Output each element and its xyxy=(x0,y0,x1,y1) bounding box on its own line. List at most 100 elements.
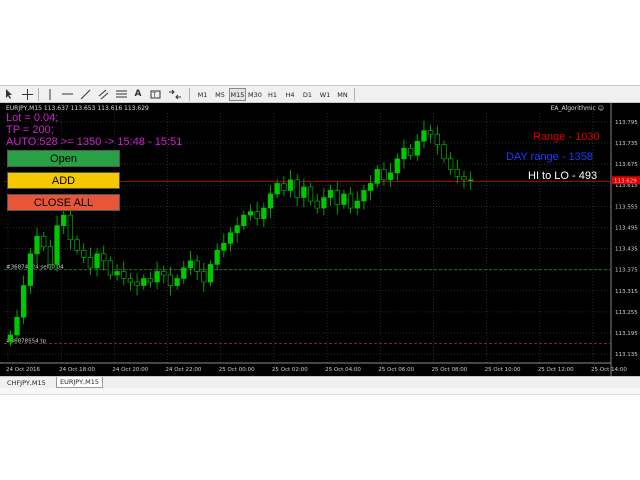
range-label: Range - 1030 xyxy=(533,131,600,143)
bull-candle xyxy=(174,278,180,286)
bear-candle xyxy=(334,190,340,205)
bear-candle xyxy=(201,271,207,283)
y-tick-label: 113.315 xyxy=(615,289,638,295)
bear-candle xyxy=(294,179,300,198)
horizontal-line-icon[interactable] xyxy=(60,87,74,101)
bull-candle xyxy=(227,232,234,244)
timeframe-m15[interactable]: M15 xyxy=(229,88,246,101)
bull-candle xyxy=(181,267,187,279)
text-icon[interactable]: A xyxy=(132,87,144,101)
channel-icon[interactable] xyxy=(96,87,110,101)
bull-candle xyxy=(301,186,307,198)
bear-candle xyxy=(41,235,47,248)
bear-candle xyxy=(281,183,287,191)
bull-candle xyxy=(154,271,160,283)
x-tick-label: 25 Oct 04:00 xyxy=(325,367,361,373)
bear-candle xyxy=(454,169,460,177)
timeframe-w1[interactable]: W1 xyxy=(317,88,334,101)
bull-candle xyxy=(401,147,407,160)
bear-candle xyxy=(47,246,54,265)
open-button[interactable]: Open xyxy=(7,150,120,167)
x-tick-label: 25 Oct 14:00 xyxy=(591,367,627,373)
bear-candle xyxy=(161,271,167,276)
x-tick-label: 24 Oct 18:00 xyxy=(59,367,95,373)
cursor-icon[interactable] xyxy=(3,87,15,101)
bear-candle xyxy=(74,239,80,251)
bull-candle xyxy=(234,225,240,234)
timeframe-h4[interactable]: H4 xyxy=(282,88,299,101)
bull-candle xyxy=(54,225,60,265)
timeframe-d1[interactable]: D1 xyxy=(299,88,316,101)
timeframe-m30[interactable]: M30 xyxy=(247,88,264,101)
bull-candle xyxy=(341,193,347,205)
add-button[interactable]: ADD xyxy=(7,172,120,189)
bull-candle xyxy=(61,214,67,226)
label-icon[interactable]: T xyxy=(148,87,162,101)
price-chart[interactable]: 113.795 113.735 113.675 113.615 113.555 113.4… xyxy=(0,103,640,376)
bull-candle xyxy=(354,200,360,209)
timeframe-mn[interactable]: MN xyxy=(334,88,351,101)
bear-candle xyxy=(347,193,354,209)
lot-info: Lot = 0.04; xyxy=(6,112,59,124)
bear-candle xyxy=(254,211,260,219)
day-range-label: DAY range - 1358 xyxy=(506,151,594,163)
x-tick-label: 25 Oct 02:00 xyxy=(272,367,308,373)
bull-candle xyxy=(414,140,420,156)
bear-candle xyxy=(81,250,87,258)
close-all-button[interactable]: CLOSE ALL xyxy=(7,194,120,211)
bull-candle xyxy=(7,334,13,343)
timeframe-h1[interactable]: H1 xyxy=(264,88,281,101)
bull-candle xyxy=(221,242,227,251)
bear-candle xyxy=(134,281,140,286)
arrows-icon[interactable] xyxy=(166,87,184,101)
bear-candle xyxy=(461,176,467,181)
expert-advisor-label: EA_Algorithmic ☺ xyxy=(550,105,604,112)
bear-candle xyxy=(121,271,127,279)
chart-toolbar: A T M1 M5 M15 M30 H1 H4 D1 W1 MN xyxy=(0,85,640,103)
crosshair-icon[interactable] xyxy=(20,87,34,101)
bull-candle xyxy=(214,250,220,265)
bull-candle xyxy=(267,193,274,209)
bull-candle xyxy=(394,158,400,174)
status-strip xyxy=(0,388,640,395)
y-tick-label: 113.255 xyxy=(615,310,638,316)
bull-candle xyxy=(387,172,394,181)
y-tick-label: 113.795 xyxy=(615,120,638,126)
y-tick-label: 113.435 xyxy=(615,247,638,253)
y-tick-label: 113.375 xyxy=(615,268,638,274)
y-tick-label: 113.135 xyxy=(615,352,638,358)
bull-candle xyxy=(367,183,374,191)
bear-candle xyxy=(307,186,314,202)
order-label: #36874724 sell 0.04 xyxy=(6,265,64,271)
bull-candle xyxy=(374,169,380,184)
bull-candle xyxy=(14,316,20,336)
tab-chfjpy[interactable]: CHFJPY,M15 xyxy=(4,377,49,388)
bull-candle xyxy=(468,179,474,182)
bear-candle xyxy=(167,274,174,286)
bull-candle xyxy=(34,235,40,255)
bull-candle xyxy=(187,260,194,269)
bull-candle xyxy=(141,278,147,286)
bear-candle xyxy=(314,200,320,209)
y-tick-label: 113.195 xyxy=(615,331,638,337)
bear-candle xyxy=(407,147,414,156)
x-tick-label: 25 Oct 12:00 xyxy=(538,367,574,373)
bull-candle xyxy=(327,190,334,198)
tp-info: TP = 200; xyxy=(6,124,54,136)
bull-candle xyxy=(21,285,27,318)
fibonacci-icon[interactable] xyxy=(114,87,128,101)
y-tick-label: 113.495 xyxy=(615,225,638,231)
trendline-icon[interactable] xyxy=(78,87,92,101)
bear-candle xyxy=(441,144,447,160)
x-tick-label: 24 Oct 22:00 xyxy=(166,367,202,373)
hi-lo-label: HI to LO - 493 xyxy=(528,170,598,182)
timeframe-m1[interactable]: M1 xyxy=(194,88,211,101)
current-price-label: 113.629 xyxy=(614,178,637,184)
tab-eurjpy[interactable]: EURJPY,M15 xyxy=(56,377,103,388)
bull-candle xyxy=(207,264,214,283)
vertical-line-icon[interactable] xyxy=(44,87,56,101)
timeframe-m5[interactable]: M5 xyxy=(212,88,229,101)
bear-candle xyxy=(434,133,440,145)
bear-candle xyxy=(87,257,94,269)
bull-candle xyxy=(261,207,267,219)
